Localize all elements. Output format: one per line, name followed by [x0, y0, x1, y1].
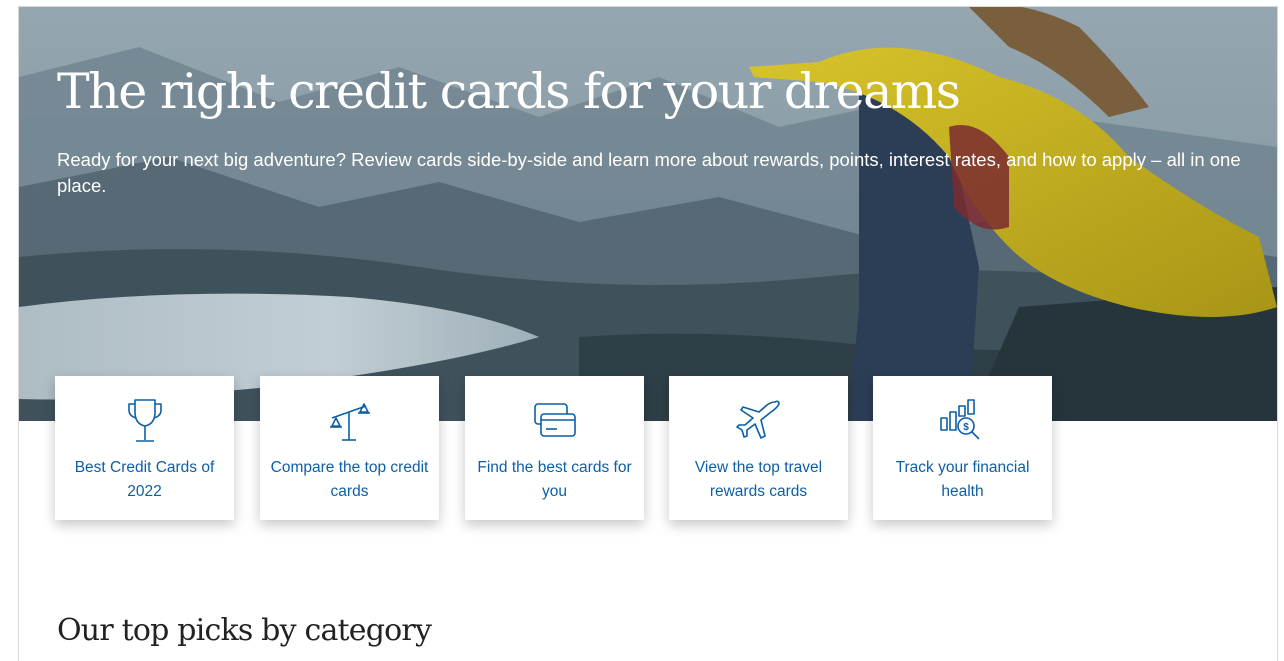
- card-label: Best Credit Cards of 2022: [74, 459, 215, 500]
- hero-title: The right credit cards for your dreams: [57, 63, 961, 120]
- card-find-best-cards[interactable]: Find the best cards for you: [465, 376, 644, 520]
- chart-magnifier-icon: $: [939, 399, 980, 440]
- credit-cards-icon: [533, 403, 576, 437]
- page-frame: The right credit cards for your dreams R…: [18, 6, 1278, 661]
- trophy-icon: [127, 399, 162, 442]
- card-compare-cards[interactable]: Compare the top credit cards: [260, 376, 439, 520]
- card-financial-health[interactable]: $ Track your financial health: [873, 376, 1052, 520]
- hero-banner: The right credit cards for your dreams R…: [19, 7, 1277, 421]
- card-label: Track your financial health: [895, 459, 1030, 500]
- hero-subtitle: Ready for your next big adventure? Revie…: [57, 149, 1241, 196]
- card-travel-rewards[interactable]: View the top travel rewards cards: [669, 376, 848, 520]
- card-label: Find the best cards for you: [477, 459, 632, 500]
- svg-text:$: $: [963, 422, 969, 433]
- card-label: View the top travel rewards cards: [694, 459, 823, 500]
- airplane-icon: [735, 400, 780, 439]
- card-best-credit-cards[interactable]: Best Credit Cards of 2022: [55, 376, 234, 520]
- card-label: Compare the top credit cards: [270, 459, 429, 500]
- scale-icon: [329, 403, 370, 441]
- section-title: Our top picks by category: [57, 613, 432, 648]
